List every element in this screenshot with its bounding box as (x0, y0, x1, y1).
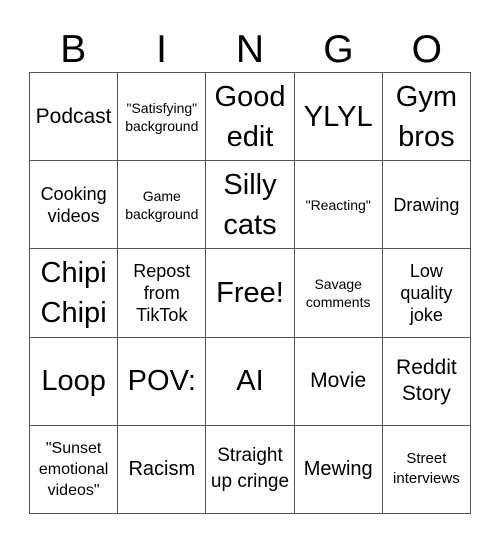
cell-text: Straight up cringe (210, 445, 290, 493)
header-letter-n: N (235, 28, 265, 71)
bingo-cell[interactable]: "Sunset emotional videos" (30, 425, 119, 514)
cell-text: Good edit (214, 80, 286, 153)
bingo-cell[interactable]: Gym bros (382, 73, 471, 162)
bingo-cell[interactable]: Chipi Chipi (30, 249, 119, 338)
bingo-cell[interactable]: Straight up cringe (206, 425, 295, 514)
cell-text: Drawing (393, 194, 460, 215)
bingo-cell[interactable]: Low quality joke (382, 249, 471, 338)
bingo-cell[interactable]: "Reacting" (294, 161, 383, 250)
bingo-cell[interactable]: Cooking videos (30, 161, 119, 250)
bingo-cell[interactable]: Movie (294, 337, 383, 426)
cell-text: Savage comments (305, 275, 371, 310)
bingo-board: Podcast "Satisfying" background Good edi… (29, 72, 471, 514)
cell-text: Cooking videos (40, 183, 107, 226)
bingo-cell[interactable]: Mewing (294, 425, 383, 514)
bingo-cell[interactable]: YLYL (294, 73, 383, 162)
header-letter-i: I (156, 28, 168, 71)
cell-text: Game background (125, 187, 199, 222)
cell-text: "Satisfying" background (125, 99, 199, 134)
cell-text: Chipi Chipi (40, 256, 107, 329)
cell-text: Racism (128, 458, 196, 481)
cell-text: Movie (310, 369, 367, 393)
bingo-cell[interactable]: Drawing (382, 161, 471, 250)
bingo-cell[interactable]: Silly cats (206, 161, 295, 250)
bingo-cell[interactable]: Racism (118, 425, 207, 514)
cell-text: Silly cats (223, 168, 277, 241)
cell-text: Free! (216, 276, 284, 309)
bingo-cell[interactable]: Good edit (206, 73, 295, 162)
cell-text: YLYL (303, 100, 373, 133)
bingo-cell[interactable]: Reddit Story (382, 337, 471, 426)
bingo-cell[interactable]: Street interviews (382, 425, 471, 514)
bingo-cell[interactable]: Savage comments (294, 249, 383, 338)
cell-text: Repost from TikTok (133, 260, 191, 325)
cell-text: Gym bros (395, 80, 457, 153)
cell-text: Low quality joke (400, 260, 453, 325)
cell-text: Podcast (35, 104, 112, 128)
bingo-cell[interactable]: AI (206, 337, 295, 426)
cell-text: Loop (41, 365, 106, 398)
bingo-header: B I N G O (29, 28, 471, 72)
cell-text: AI (236, 365, 264, 398)
cell-text: "Reacting" (305, 196, 371, 213)
bingo-cell[interactable]: POV: (118, 337, 207, 426)
header-letter-g: G (323, 28, 354, 71)
cell-text: Reddit Story (396, 356, 457, 406)
bingo-cell[interactable]: Repost from TikTok (118, 249, 207, 338)
bingo-cell[interactable]: Loop (30, 337, 119, 426)
cell-text: "Sunset emotional videos" (38, 439, 109, 499)
cell-text: Street interviews (393, 450, 460, 488)
bingo-cell[interactable]: Game background (118, 161, 207, 250)
cell-text: Mewing (303, 458, 373, 481)
cell-text: POV: (127, 365, 196, 398)
bingo-cell[interactable]: Podcast (30, 73, 119, 162)
bingo-cell[interactable]: "Satisfying" background (118, 73, 207, 162)
header-letter-o: O (411, 28, 442, 71)
header-letter-b: B (60, 28, 87, 71)
free-space-cell[interactable]: Free! (206, 249, 295, 338)
